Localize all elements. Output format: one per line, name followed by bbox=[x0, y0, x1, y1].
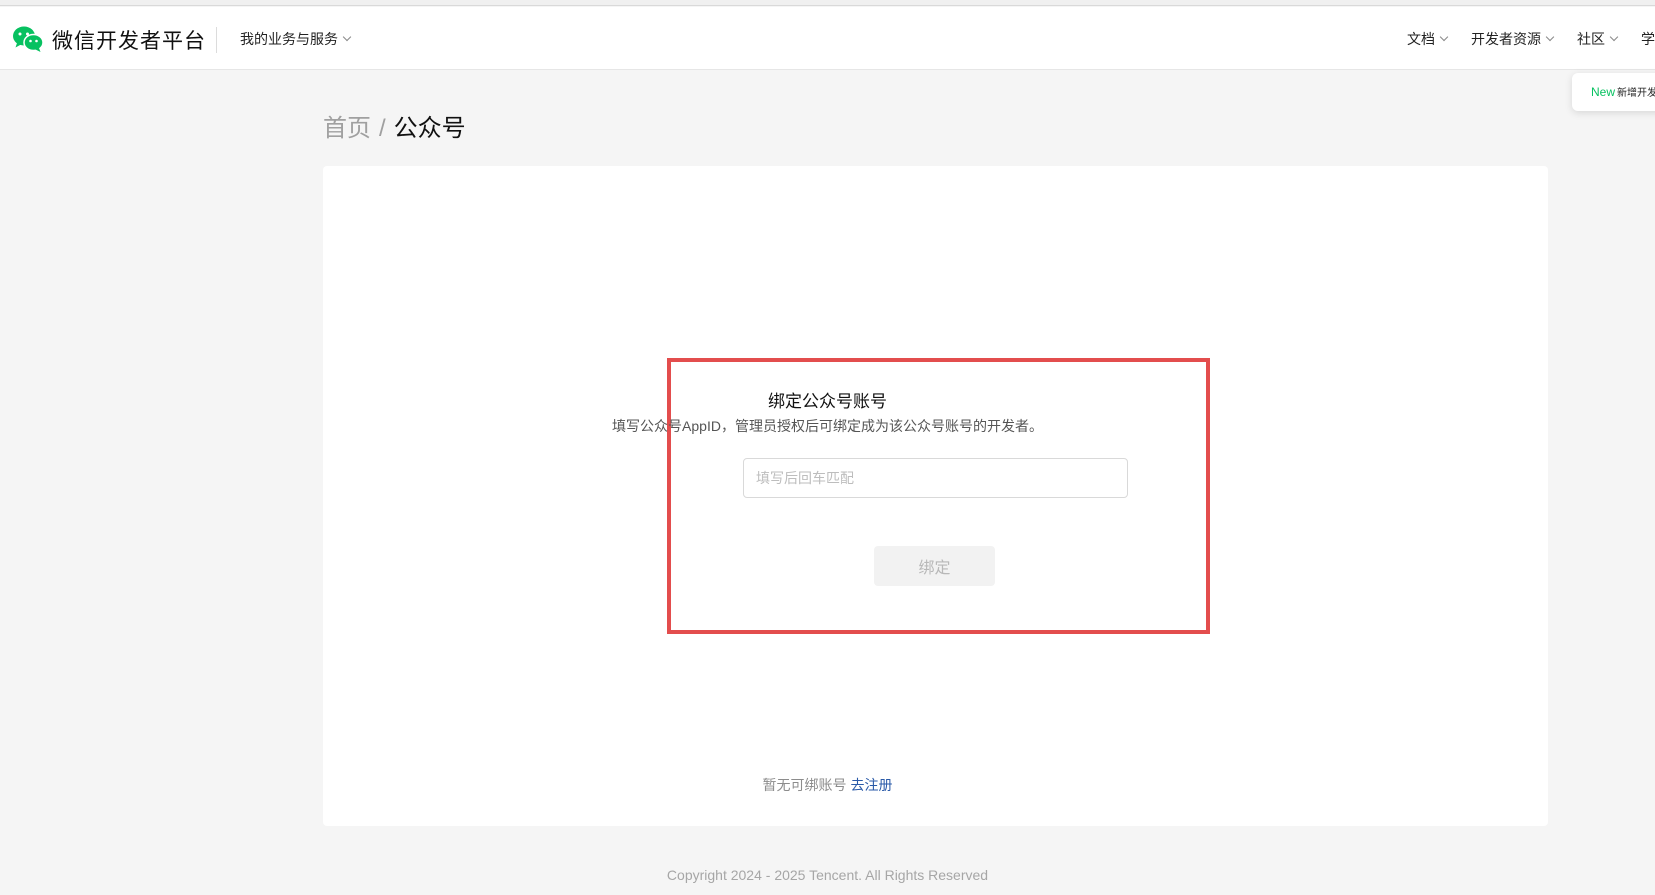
business-services-menu[interactable]: 我的业务与服务 bbox=[240, 29, 352, 49]
nav-community-label: 社区 bbox=[1577, 31, 1605, 47]
empty-accounts-text: 暂无可绑账号 bbox=[762, 777, 847, 793]
chevron-down-icon bbox=[1609, 32, 1619, 42]
breadcrumb-current: 公众号 bbox=[393, 115, 466, 142]
nav-docs-label: 文档 bbox=[1407, 31, 1435, 47]
new-feature-text: 新增开发 bbox=[1617, 88, 1655, 99]
bind-title: 绑定公众号账号 bbox=[768, 392, 887, 411]
nav-community-menu[interactable]: 社区 bbox=[1577, 29, 1619, 49]
chevron-down-icon bbox=[342, 32, 352, 42]
breadcrumb: 首页 / 公众号 bbox=[323, 108, 466, 143]
nav-divider bbox=[216, 27, 217, 53]
chevron-down-icon bbox=[1439, 32, 1449, 42]
register-link[interactable]: 去注册 bbox=[851, 777, 893, 793]
top-edge-bar bbox=[0, 0, 1655, 6]
copyright-text: Copyright 2024 - 2025 Tencent. All Right… bbox=[666, 867, 989, 883]
empty-accounts-note: 暂无可绑账号 去注册 bbox=[0, 775, 1655, 795]
new-feature-notice[interactable]: New 新增开发 bbox=[1572, 73, 1655, 111]
chevron-down-icon bbox=[1545, 32, 1555, 42]
breadcrumb-home[interactable]: 首页 bbox=[323, 115, 371, 142]
brand-title[interactable]: 微信开发者平台 bbox=[52, 25, 206, 55]
top-navbar: 微信开发者平台 我的业务与服务 文档 开发者资源 社区 学 bbox=[0, 7, 1655, 70]
wechat-logo-icon[interactable] bbox=[12, 25, 44, 53]
nav-learn-menu[interactable]: 学 bbox=[1641, 29, 1655, 49]
nav-learn-label: 学 bbox=[1641, 31, 1655, 47]
appid-input[interactable] bbox=[743, 458, 1128, 498]
nav-docs-menu[interactable]: 文档 bbox=[1407, 29, 1449, 49]
bind-button[interactable]: 绑定 bbox=[874, 546, 995, 586]
bind-description: 填写公众号AppID，管理员授权后可绑定成为该公众号账号的开发者。 bbox=[612, 418, 1043, 434]
business-services-label: 我的业务与服务 bbox=[240, 31, 338, 47]
new-badge: New bbox=[1591, 85, 1616, 99]
nav-resources-menu[interactable]: 开发者资源 bbox=[1471, 29, 1555, 49]
breadcrumb-separator: / bbox=[379, 115, 386, 142]
nav-resources-label: 开发者资源 bbox=[1471, 31, 1541, 47]
